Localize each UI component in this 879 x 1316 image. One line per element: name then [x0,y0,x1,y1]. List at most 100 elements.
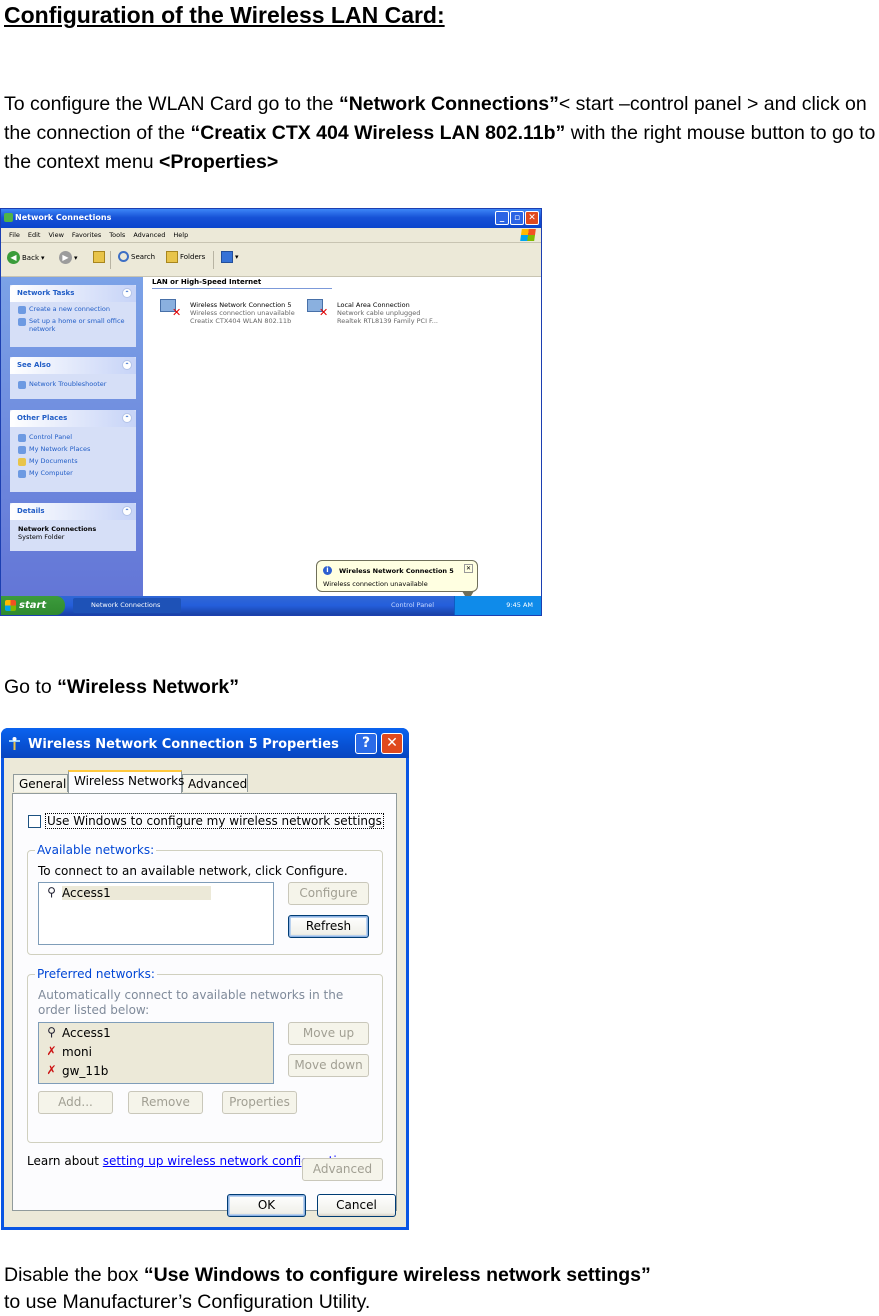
folders-button[interactable]: Folders [166,251,205,263]
add-button[interactable]: Add... [38,1091,113,1114]
window-title: Network Connections [15,213,112,222]
task-pane: Network Tasks ⌃ Create a new connection S… [1,277,143,603]
tab-wireless-networks[interactable]: Wireless Networks [68,770,184,793]
details-panel: Details ⌃ Network Connections System Folde… [10,503,136,551]
forward-button[interactable]: ▶ ▾ [59,251,78,264]
properties-button[interactable]: Properties [222,1091,297,1114]
place-my-documents[interactable]: My Documents [10,454,136,466]
refresh-button[interactable]: Refresh [288,915,369,938]
list-item[interactable]: ⚲ Access1 [39,883,273,902]
balloon-message: Wireless connection unavailable [323,580,428,588]
available-networks-list[interactable]: ⚲ Access1 [38,882,274,945]
help-button[interactable]: ? [355,733,377,754]
available-networks-group: Available networks: To connect to an ava… [27,843,383,955]
menu-view[interactable]: View [48,231,63,239]
unavailable-network-icon: ✗ [46,1044,57,1058]
task-label: Create a new connection [29,305,111,313]
group-divider [152,288,332,289]
menu-file[interactable]: File [9,231,20,239]
place-my-computer[interactable]: My Computer [10,466,136,478]
instruction-paragraph-3: Disable the box “Use Windows to configur… [4,1262,879,1316]
up-folder-button[interactable] [93,251,105,263]
connection-status: Network cable unplugged [337,309,421,317]
p2-bold-wireless-network: “Wireless Network” [57,676,240,698]
menu-tools[interactable]: Tools [109,231,125,239]
taskbar-network-connections[interactable]: Network Connections [73,598,181,613]
taskbar: start Network Connections Control Panel … [1,596,541,615]
p3-bold-setting-name: “Use Windows to configure wireless netwo… [143,1264,651,1286]
clock[interactable]: 9:45 AM [506,601,533,609]
move-up-button[interactable]: Move up [288,1022,369,1045]
details-name: Network Connections [18,525,97,533]
available-networks-legend: Available networks: [35,843,157,857]
move-down-button[interactable]: Move down [288,1054,369,1077]
group-label: LAN or High-Speed Internet [152,278,262,286]
views-button[interactable]: ▾ [221,251,239,263]
configure-button[interactable]: Configure [288,882,369,905]
search-button[interactable]: Search [118,251,155,262]
p1-bold-network-connections: “Network Connections” [338,93,559,115]
task-label: Network Troubleshooter [29,380,107,388]
available-networks-hint: To connect to an available network, clic… [38,864,348,878]
maximize-button[interactable]: ▫ [510,211,524,225]
control-panel-toolbar-label[interactable]: Control Panel [391,601,434,609]
panel-header[interactable]: Network Tasks ⌃ [10,285,136,302]
local-area-connection-item[interactable]: ✕ Local Area Connection Network cable un… [307,299,438,325]
search-label: Search [131,252,156,261]
dialog-body: General Wireless Networks Advanced Use W… [4,758,406,1227]
p1-text-a: To configure the WLAN Card go to the [4,93,339,115]
preferred-networks-group: Preferred networks: Automatically connec… [27,967,383,1143]
place-my-network-places[interactable]: My Network Places [10,442,136,454]
advanced-button[interactable]: Advanced [302,1158,383,1181]
cancel-button[interactable]: Cancel [317,1194,396,1217]
documents-folder-icon [18,458,26,466]
balloon-close-icon[interactable]: ✕ [464,564,473,573]
menu-advanced[interactable]: Advanced [133,231,165,239]
back-button[interactable]: ◀ Back ▾ [7,251,45,264]
place-control-panel[interactable]: Control Panel [10,427,136,442]
use-windows-checkbox-row[interactable]: Use Windows to configure my wireless net… [28,813,384,829]
preferred-networks-hint: Automatically connect to available netwo… [38,988,344,1017]
task-create-connection[interactable]: Create a new connection [10,302,136,314]
menu-help[interactable]: Help [173,231,188,239]
remove-button[interactable]: Remove [128,1091,203,1114]
connection-name: Wireless Network Connection 5 [190,301,292,309]
close-button[interactable]: ✕ [525,211,539,225]
p3-text-a: Disable the box [4,1264,144,1286]
collapse-chevron-icon[interactable]: ⌃ [122,413,132,423]
toolbar: ◀ Back ▾ ▶ ▾ Search Folders ▾ [1,243,541,277]
window-titlebar: Network Connections _ ▫ ✕ [1,209,541,228]
p1-bold-properties: <Properties> [159,151,279,173]
minimize-button[interactable]: _ [495,211,509,225]
menu-edit[interactable]: Edit [28,231,41,239]
use-windows-checkbox[interactable] [28,814,41,828]
network-connections-screenshot: Network Connections _ ▫ ✕ File Edit View Fa… [0,208,542,616]
list-item[interactable]: ⚲ Access1 [39,1023,273,1042]
tab-advanced[interactable]: Advanced [182,774,248,792]
key-icon: ⚲ [47,885,56,899]
panel-header[interactable]: Details ⌃ [10,503,136,520]
list-item[interactable]: ✗ gw_11b [39,1061,273,1080]
task-home-network[interactable]: Set up a home or small office network [10,314,136,333]
panel-header[interactable]: Other Places ⌃ [10,410,136,427]
start-button[interactable]: start [1,596,65,615]
chevron-down-icon: ▾ [235,253,239,261]
collapse-chevron-icon[interactable]: ⌃ [122,360,132,370]
dialog-close-button[interactable]: ✕ [381,733,403,754]
ok-button[interactable]: OK [227,1194,306,1217]
document-title: Configuration of the Wireless LAN Card: [4,2,445,28]
panel-title: Details [17,507,45,515]
tab-general[interactable]: General [13,774,68,792]
use-windows-label[interactable]: Use Windows to configure my wireless net… [45,813,384,829]
panel-header[interactable]: See Also ⌃ [10,357,136,374]
collapse-chevron-icon[interactable]: ⌃ [122,288,132,298]
notification-balloon[interactable]: i Wireless Network Connection 5 Wireless… [316,560,478,601]
wireless-connection-item[interactable]: ✕ Wireless Network Connection 5 Wireless… [160,299,295,325]
list-item[interactable]: ✗ moni [39,1042,273,1061]
preferred-networks-list[interactable]: ⚲ Access1 ✗ moni ✗ gw_11b [38,1022,274,1084]
collapse-chevron-icon[interactable]: ⌃ [122,506,132,516]
home-network-icon [18,318,26,326]
network-name: moni [62,1044,92,1059]
menu-favorites[interactable]: Favorites [72,231,101,239]
task-troubleshooter[interactable]: Network Troubleshooter [10,374,136,389]
